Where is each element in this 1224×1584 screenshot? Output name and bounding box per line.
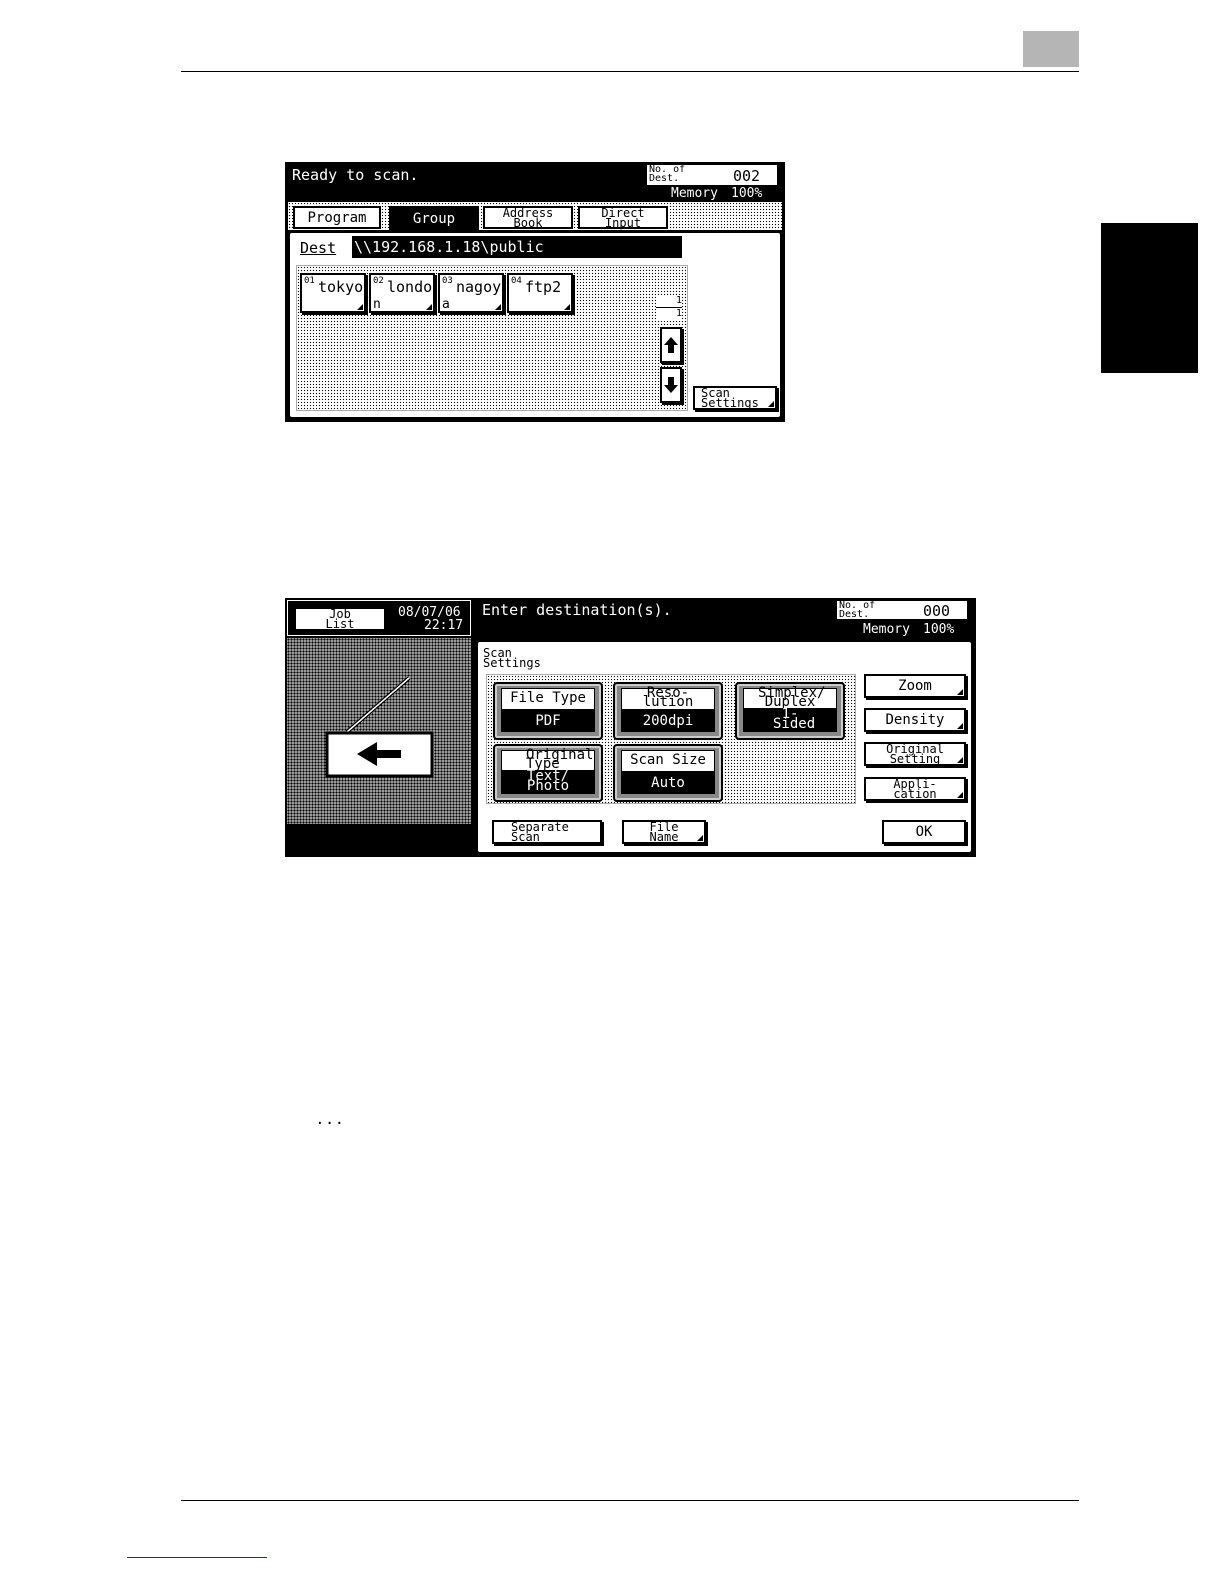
- dest-value: \\192.168.1.18\public: [352, 236, 682, 258]
- destination-ftp2[interactable]: 04 ftp2: [507, 273, 573, 313]
- ok-button[interactable]: OK: [882, 820, 966, 844]
- destination-number: 03: [442, 276, 453, 286]
- zoom-button[interactable]: Zoom: [864, 674, 966, 698]
- setting-label: Scan Size: [621, 750, 715, 772]
- tab-direct-input[interactable]: Direct Input: [578, 206, 668, 229]
- memory-label: Memory: [863, 622, 910, 637]
- scan-size-setting[interactable]: Scan Size Auto: [613, 744, 723, 802]
- destination-london[interactable]: 02 londo n: [369, 273, 435, 313]
- setting-value: Auto: [621, 772, 715, 794]
- job-list-area: Job List 08/07/06 22:17: [287, 600, 471, 636]
- dest-count-label: No. of Dest.: [839, 600, 876, 620]
- dest-count-box: No. of Dest. 000: [837, 600, 967, 620]
- setting-value: PDF: [501, 710, 595, 732]
- scan-settings-panel: Scan Settings File Type PDF Reso- lution…: [476, 640, 973, 854]
- memory-value: 100%: [731, 186, 763, 201]
- arrow-up-icon: [664, 337, 678, 353]
- job-list-button[interactable]: Job List: [294, 607, 386, 631]
- status-message: Enter destination(s).: [482, 601, 672, 619]
- dest-count-value: 000: [923, 602, 951, 620]
- dest-count-box: No. of Dest. 002: [647, 165, 777, 185]
- header-rule: [181, 71, 1079, 72]
- destination-number: 01: [304, 276, 315, 286]
- setting-label: Reso- lution: [621, 686, 715, 710]
- document-feeder-illustration: [287, 638, 471, 824]
- tab-address-book[interactable]: Address Book: [483, 206, 573, 229]
- memory-value: 100%: [923, 622, 955, 637]
- file-type-setting[interactable]: File Type PDF: [493, 682, 603, 740]
- tab-program[interactable]: Program: [293, 206, 381, 229]
- page-total: 1: [675, 308, 682, 319]
- dest-count-label: No. of Dest.: [649, 164, 686, 184]
- destination-number: 02: [373, 276, 384, 286]
- scan-settings-button[interactable]: Scan Settings: [693, 386, 777, 410]
- footer-link-underline: [127, 1557, 267, 1558]
- arrow-down-icon: [664, 377, 678, 393]
- destination-name: tokyo: [318, 278, 364, 296]
- setting-value: 1- Sided: [743, 707, 837, 732]
- tab-group[interactable]: Group: [389, 206, 479, 231]
- destination-name: londo: [387, 278, 433, 296]
- dest-count-value: 002: [733, 167, 761, 185]
- destination-tokyo[interactable]: 01 tokyo: [300, 273, 366, 313]
- simplex-duplex-setting[interactable]: Simplex/ Duplex 1- Sided: [735, 682, 845, 740]
- memory-label: Memory: [671, 186, 718, 201]
- panel-title: Scan Settings: [483, 646, 541, 670]
- scan-screen-2: Job List 08/07/06 22:17 Enter destinatio…: [285, 598, 976, 857]
- destination-name: nagoy: [456, 278, 502, 296]
- main-panel: Dest \\192.168.1.18\public 01 tokyo 02 l…: [288, 231, 782, 419]
- page-indicator: 1 1: [656, 295, 682, 321]
- dest-label: Dest: [300, 239, 337, 257]
- destination-name-cont: n: [373, 297, 381, 312]
- application-button[interactable]: Appli- cation: [864, 777, 966, 801]
- footer-rule: [181, 1500, 1079, 1501]
- chapter-number-box: [1023, 31, 1079, 67]
- destination-name-cont: a: [442, 297, 450, 312]
- status-message: Ready to scan.: [292, 166, 419, 184]
- destination-name: ftp2: [525, 278, 562, 296]
- scroll-down-button[interactable]: [660, 367, 682, 403]
- note-ellipsis: ...: [317, 1108, 347, 1129]
- separate-scan-button[interactable]: Separate Scan: [492, 820, 602, 844]
- file-name-button[interactable]: File Name: [622, 820, 706, 844]
- destination-nagoya[interactable]: 03 nagoy a: [438, 273, 504, 313]
- setting-value: Text/ Photo: [501, 769, 595, 794]
- density-button[interactable]: Density: [864, 708, 966, 732]
- scroll-up-button[interactable]: [660, 327, 682, 363]
- scan-screen-1: Ready to scan. No. of Dest. 002 Memory 1…: [285, 162, 785, 422]
- resolution-setting[interactable]: Reso- lution 200dpi: [613, 682, 723, 740]
- original-type-setting[interactable]: Original Type Text/ Photo: [493, 744, 603, 802]
- scanner-lid-icon: [325, 676, 434, 778]
- time-display: 22:17: [424, 618, 464, 633]
- left-footer-bar: [285, 824, 473, 857]
- page-current: 1: [656, 295, 682, 308]
- destination-number: 04: [511, 276, 522, 286]
- original-setting-button[interactable]: Original Setting: [864, 742, 966, 766]
- chapter-tab: [1101, 223, 1198, 373]
- setting-label: File Type: [501, 688, 595, 710]
- setting-value: 200dpi: [621, 710, 715, 732]
